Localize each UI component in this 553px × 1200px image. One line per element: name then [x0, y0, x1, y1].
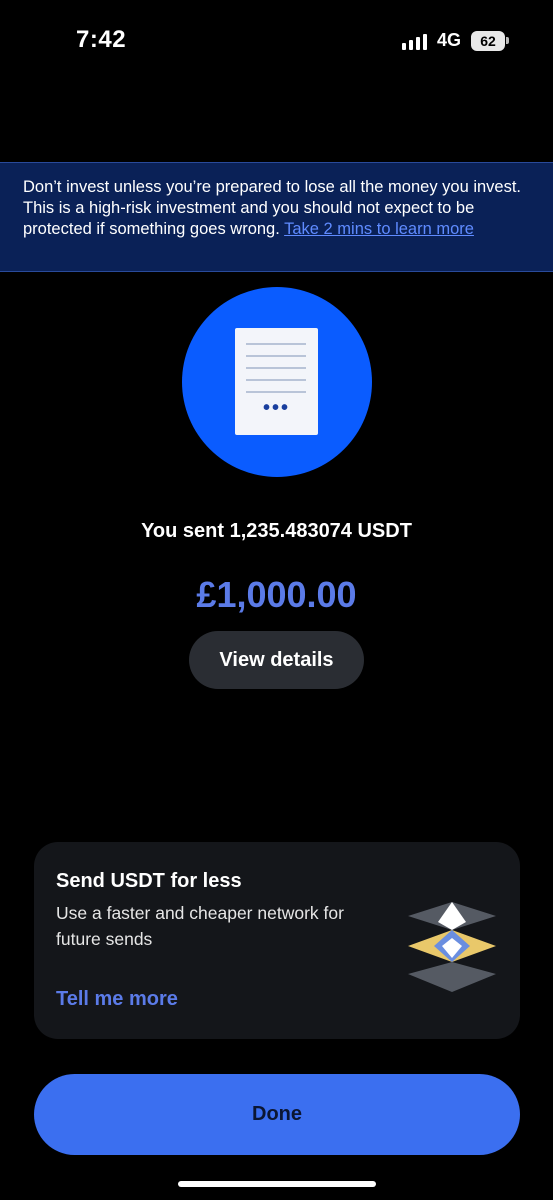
receipt-line	[246, 367, 306, 369]
network-type: 4G	[436, 30, 461, 50]
promo-card: Send USDT for less Use a faster and chea…	[34, 842, 520, 1039]
battery-icon: 62	[471, 30, 509, 51]
status-indicators: 4G 62	[401, 30, 509, 51]
receipt-dots: •••	[262, 397, 290, 419]
home-indicator[interactable]	[178, 1181, 376, 1187]
receipt-line	[246, 379, 306, 381]
tell-me-more-link[interactable]: Tell me more	[56, 988, 178, 1011]
transaction-sent-screen: 7:42 4G 62 Don’t invest unless you’re pr…	[0, 0, 553, 1200]
fiat-amount: £1,000.00	[196, 574, 357, 615]
receipt-line	[246, 391, 306, 393]
receipt-paper: •••	[235, 328, 318, 435]
promo-title: Send USDT for less	[56, 870, 242, 892]
status-time: 7:42	[76, 26, 127, 53]
sent-amount-text: You sent 1,235.483074 USDT	[141, 520, 412, 542]
learn-more-link[interactable]: Take 2 mins to learn more	[284, 220, 474, 238]
view-details-button[interactable]: View details	[189, 631, 364, 689]
battery-tip	[506, 37, 509, 44]
risk-warning-banner: Don’t invest unless you’re prepared to l…	[0, 162, 553, 272]
done-button[interactable]: Done	[34, 1074, 520, 1155]
receipt-line	[246, 343, 306, 345]
signal-bars-icon	[401, 32, 427, 50]
receipt-icon: •••	[182, 287, 372, 477]
receipt-line	[246, 355, 306, 357]
status-bar: 7:42 4G 62	[0, 0, 553, 84]
network-layers-icon	[408, 902, 496, 992]
battery-level: 62	[471, 30, 505, 51]
promo-body: Use a faster and cheaper network for fut…	[56, 903, 344, 949]
